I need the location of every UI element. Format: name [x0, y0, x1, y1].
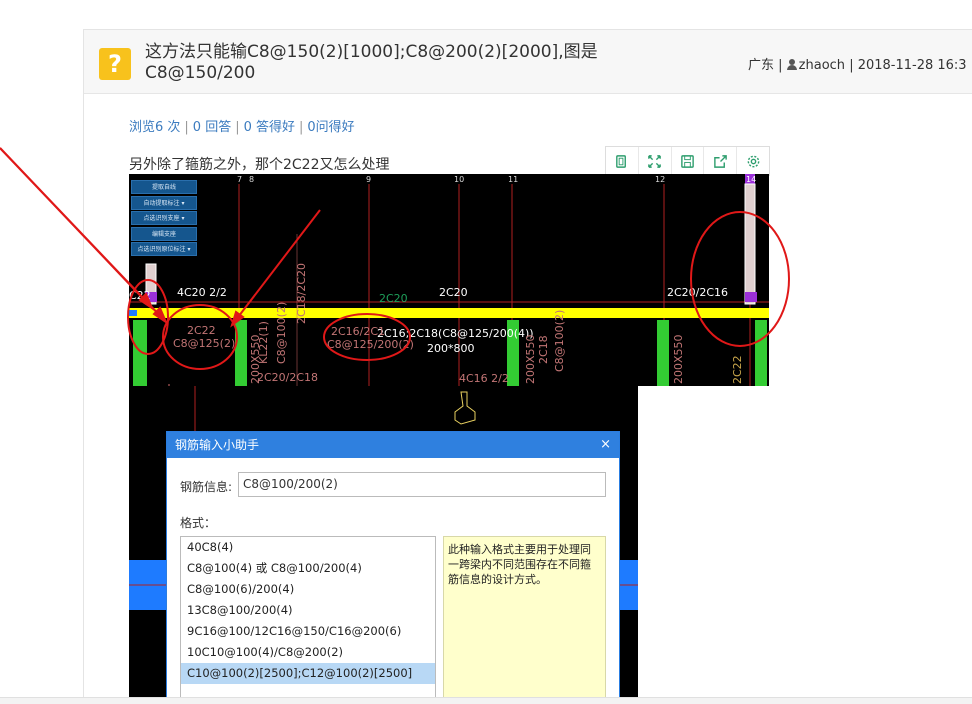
cad-label: C22 — [129, 289, 151, 302]
format-description: 此种输入格式主要用于处理同一跨梁内不同范围存在不同箍筋信息的设计方式。 — [443, 536, 606, 704]
cad-label: 2C20 — [439, 286, 468, 299]
settings-icon[interactable] — [737, 147, 769, 175]
cad-label: C8@100(2) — [275, 301, 288, 364]
cad-menu-item[interactable]: 点选识别支座 ▾ — [131, 211, 197, 225]
copy-icon[interactable] — [606, 147, 639, 175]
cad-label: 2C22 — [187, 324, 216, 337]
close-icon[interactable]: × — [600, 432, 611, 458]
axis-number: 11 — [508, 175, 519, 184]
cad-menu-item[interactable]: 点选识别原位标注 ▾ — [131, 242, 197, 256]
cad-label: 2C18 — [537, 335, 550, 364]
post-datetime: 2018-11-28 16:3 — [857, 58, 967, 73]
cad-label: 2C20/2C16 — [667, 286, 729, 299]
axis-number: 10 — [454, 175, 465, 184]
rebar-info-label: 钢筋信息: — [180, 480, 233, 494]
good-questions-link[interactable]: 0问得好 — [307, 120, 354, 135]
cad-label: 200X550 — [249, 334, 262, 384]
region: 广东 — [748, 58, 775, 73]
cad-label: 4C20 2/2 — [177, 286, 227, 299]
cad-menu-item[interactable]: 编辑支座 — [131, 226, 197, 241]
rebar-info-input[interactable]: C8@100/200(2) — [238, 472, 606, 497]
dialog-title: 钢筋输入小助手 — [175, 438, 260, 452]
fullscreen-icon[interactable] — [639, 147, 672, 175]
cad-label: 2C22 — [731, 355, 744, 384]
format-list-item[interactable]: C8@100(6)/200(4) — [181, 579, 435, 600]
question-description: 另外除了箍筋之外，那个2C22又怎么处理 — [129, 157, 390, 173]
cad-menu-item[interactable]: 自动提取标注 ▾ — [131, 195, 197, 210]
cad-screenshot-top: 提取自线 自动提取标注 ▾ 点选识别支座 ▾ 编辑支座 点选识别原位标注 ▾ 7… — [129, 174, 769, 386]
question-stats: 浏览6 次 | 0 回答 | 0 答得好 | 0问得好 — [129, 120, 355, 135]
username-link[interactable]: zhaoch — [799, 58, 845, 73]
rebar-input-dialog: 钢筋输入小助手 × 钢筋信息: C8@100/200(2) 格式： 40C8(4… — [166, 431, 620, 704]
cad-label: C8@100(2) — [553, 309, 566, 372]
format-list-item[interactable]: 9C16@100/12C16@150/C16@200(6) — [181, 621, 435, 642]
question-meta: 广东 | zhaoch | 2018-11-28 16:3 — [748, 58, 967, 73]
format-list-item[interactable]: 13C8@100/200(4) — [181, 600, 435, 621]
format-list: 40C8(4) C8@100(4) 或 C8@100/200(4) C8@100… — [180, 536, 436, 704]
question-header: ? 这方法只能输C8@150(2)[1000];C8@200(2)[2000],… — [84, 30, 972, 94]
axis-number: 12 — [655, 175, 666, 184]
cad-label: C8@125(2) — [173, 337, 236, 350]
good-answers-link[interactable]: 0 答得好 — [244, 120, 295, 135]
cad-label: 200X550 — [672, 334, 685, 384]
cad-label: 4C16 2/2 — [459, 372, 509, 385]
question-title: 这方法只能输C8@150(2)[1000];C8@200(2)[2000],图是… — [145, 42, 598, 83]
cad-menu-item[interactable]: 提取自线 — [131, 180, 197, 194]
cad-label: 2C20 — [379, 292, 408, 305]
axis-number: 8 — [249, 175, 255, 184]
cad-label: 2C20/2C18 — [257, 371, 319, 384]
cad-label: C8@125/200(2) — [327, 338, 414, 351]
image-toolbar — [605, 146, 770, 176]
views-link[interactable]: 浏览6 次 — [129, 120, 180, 135]
format-list-item[interactable]: C8@100(4) 或 C8@100/200(4) — [181, 558, 435, 579]
axis-number: 14 — [746, 175, 757, 184]
format-label: 格式： — [180, 516, 217, 530]
format-list-item[interactable]: 10C10@100(4)/C8@200(2) — [181, 642, 435, 663]
axis-number: 9 — [366, 175, 372, 184]
user-icon — [786, 59, 797, 70]
format-list-item-selected[interactable]: C10@100(2)[2500];C12@100(2)[2500] — [181, 663, 435, 684]
cad-label: 2C16/2C1 — [331, 325, 386, 338]
cad-label: 200X550 — [524, 334, 537, 384]
answers-link[interactable]: 0 回答 — [193, 120, 231, 135]
cad-label: 200*800 — [427, 342, 475, 355]
cad-label: 2C18/2C20 — [295, 262, 308, 324]
format-list-item[interactable]: 40C8(4) — [181, 537, 435, 558]
question-mark-icon: ? — [99, 48, 131, 80]
share-icon[interactable] — [704, 147, 738, 175]
save-icon[interactable] — [672, 147, 705, 175]
dialog-title-bar: 钢筋输入小助手 × — [167, 432, 619, 458]
cad-side-menu: 提取自线 自动提取标注 ▾ 点选识别支座 ▾ 编辑支座 点选识别原位标注 ▾ — [131, 180, 197, 258]
axis-number: 7 — [237, 175, 243, 184]
